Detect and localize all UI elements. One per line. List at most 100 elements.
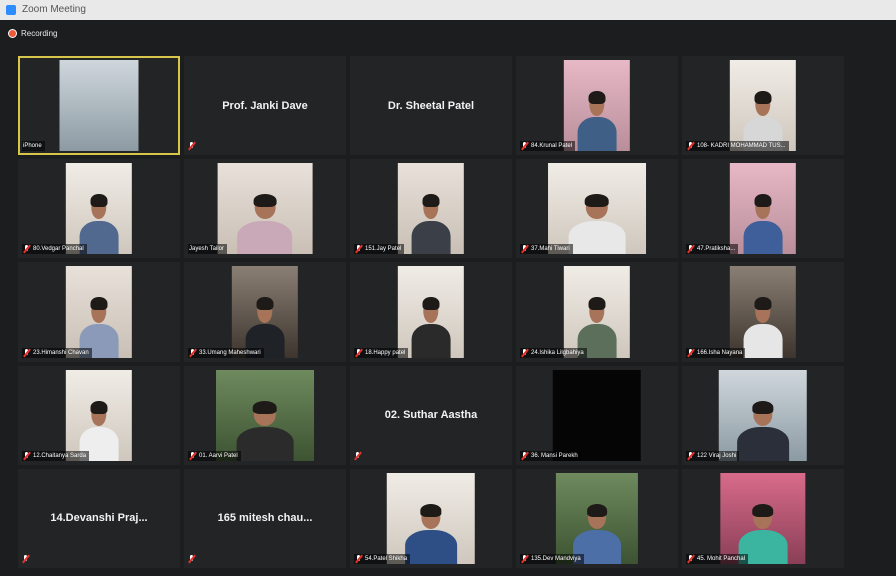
window-titlebar: Zoom Meeting [0, 0, 896, 21]
participant-person [737, 400, 789, 461]
participant-person [743, 297, 783, 358]
participant-name-label: 47.Pratiksha... [686, 244, 739, 255]
participant-name-label: 33.Umang Maheshwari [188, 347, 264, 358]
participant-video [397, 163, 465, 255]
participant-video [65, 266, 133, 358]
muted-mic-icon [687, 245, 695, 253]
muted-mic-icon [687, 348, 695, 357]
muted-mic-icon [22, 554, 30, 563]
participant-tile[interactable]: 45. Mohit Panchal [682, 468, 844, 568]
participant-grid: iPhone Prof. Janki Dave Dr. Sheetal Pate… [18, 56, 844, 568]
participant-tile[interactable]: 33.Umang Maheshwari [184, 262, 346, 362]
muted-mic-icon [521, 142, 529, 150]
muted-mic-icon [355, 245, 363, 253]
participant-tile[interactable]: 37.Mahi Tiwari [516, 159, 678, 259]
participant-tile[interactable]: 18.Happy patel [350, 262, 512, 362]
recording-indicator[interactable]: Recording [8, 26, 57, 40]
recording-dot-icon [8, 28, 17, 38]
participant-tile[interactable]: 122 Viraj Joshi [682, 365, 844, 465]
participant-video [59, 60, 139, 152]
muted-mic-icon [23, 348, 31, 357]
participant-video [729, 266, 797, 358]
participant-tile[interactable]: Jayesh Tailor [184, 159, 346, 259]
participant-name-label: 23.Himanshi Chavan [22, 347, 92, 358]
participant-tile[interactable]: 23.Himanshi Chavan [18, 262, 180, 362]
meeting-gallery-view: Recording iPhone Prof. Janki Dave Dr. Sh… [0, 20, 896, 576]
muted-mic-icon [354, 451, 362, 460]
participant-video [555, 472, 639, 564]
participant-tile[interactable]: 36. Mansi Parekh [516, 365, 678, 465]
participant-name: 165 mitesh chau... [217, 512, 313, 525]
participant-name: Dr. Sheetal Patel [387, 99, 475, 112]
participant-tile[interactable]: 165 mitesh chau... [184, 468, 346, 568]
participant-name-label: 166.Isha Nayana [686, 347, 746, 358]
participant-name: 02. Suthar Aastha [384, 409, 478, 422]
participant-name-label: 36. Mansi Parekh [520, 450, 581, 461]
participant-name-label: 18.Happy patel [354, 347, 409, 358]
participant-name: 14.Devanshi Praj... [50, 512, 148, 525]
muted-mic-icon [521, 554, 529, 563]
participant-name-label: 122 Viraj Joshi [686, 450, 740, 461]
participant-person [411, 297, 451, 358]
participant-tile[interactable]: 84.Krunal Patel [516, 56, 678, 156]
participant-person [568, 194, 626, 255]
participant-video [718, 369, 808, 461]
participant-tile[interactable]: 80.Vedgar Panchal [18, 159, 180, 259]
participant-video [552, 369, 642, 461]
participant-person [743, 194, 783, 255]
participant-tile[interactable]: 108- KADRI MOHAMMAD TUS... [682, 56, 844, 156]
participant-video [65, 163, 133, 255]
muted-mic-icon [521, 348, 529, 357]
participant-tile[interactable]: 135.Dev Mandviya [516, 468, 678, 568]
participant-tile[interactable]: 47.Pratiksha... [682, 159, 844, 259]
participant-name-label: 54.Patel Shikha [354, 553, 411, 564]
window-title: Zoom Meeting [22, 4, 86, 15]
participant-name-label: 37.Mahi Tiwari [520, 244, 573, 255]
muted-mic-icon [521, 451, 529, 460]
participant-video [729, 60, 797, 152]
participant-name-label: 84.Krunal Patel [520, 141, 576, 152]
muted-mic-icon [23, 245, 31, 253]
participant-name: Prof. Janki Dave [222, 99, 308, 112]
participant-tile[interactable]: 54.Patel Shikha [350, 468, 512, 568]
muted-mic-icon [687, 554, 695, 563]
muted-mic-icon [521, 245, 529, 253]
participant-name-label: 151.Jay Patel [354, 244, 405, 255]
participant-video [563, 266, 631, 358]
participant-name-label: 108- KADRI MOHAMMAD TUS... [686, 141, 789, 152]
participant-tile[interactable]: 166.Isha Nayana [682, 262, 844, 362]
muted-mic-icon [687, 142, 695, 150]
participant-name-label: 01. Aarvi Patel [188, 450, 241, 461]
participant-tile[interactable]: 151.Jay Patel [350, 159, 512, 259]
muted-mic-icon [189, 348, 197, 357]
participant-name-label: 135.Dev Mandviya [520, 553, 584, 564]
participant-person [411, 194, 451, 255]
participant-video [65, 369, 133, 461]
participant-person [236, 400, 294, 461]
participant-person [405, 503, 457, 564]
participant-tile[interactable]: iPhone [18, 56, 180, 156]
muted-mic-icon [355, 348, 363, 357]
muted-mic-icon [23, 451, 31, 460]
participant-name-label: 45. Mohit Panchal [686, 553, 749, 564]
muted-mic-icon [355, 554, 363, 563]
participant-name-label: Jayesh Tailor [188, 244, 227, 255]
participant-video [548, 163, 646, 255]
participant-video [231, 266, 299, 358]
participant-video [720, 472, 806, 564]
participant-tile[interactable]: Dr. Sheetal Patel [350, 56, 512, 156]
participant-tile[interactable]: 02. Suthar Aastha [350, 365, 512, 465]
participant-tile[interactable]: 24.Ishika Lilgbahiya [516, 262, 678, 362]
participant-tile[interactable]: 01. Aarvi Patel [184, 365, 346, 465]
participant-video [216, 369, 314, 461]
participant-tile[interactable]: Prof. Janki Dave [184, 56, 346, 156]
participant-tile[interactable]: 12.Chaitanya Sarda [18, 365, 180, 465]
muted-mic-icon [188, 554, 196, 563]
participant-tile[interactable]: 14.Devanshi Praj... [18, 468, 180, 568]
participant-name-label: 80.Vedgar Panchal [22, 244, 87, 255]
participant-video [397, 266, 465, 358]
muted-mic-icon [189, 451, 197, 460]
participant-person [237, 194, 293, 255]
participant-name-label: iPhone [22, 141, 45, 152]
participant-person [577, 91, 617, 152]
